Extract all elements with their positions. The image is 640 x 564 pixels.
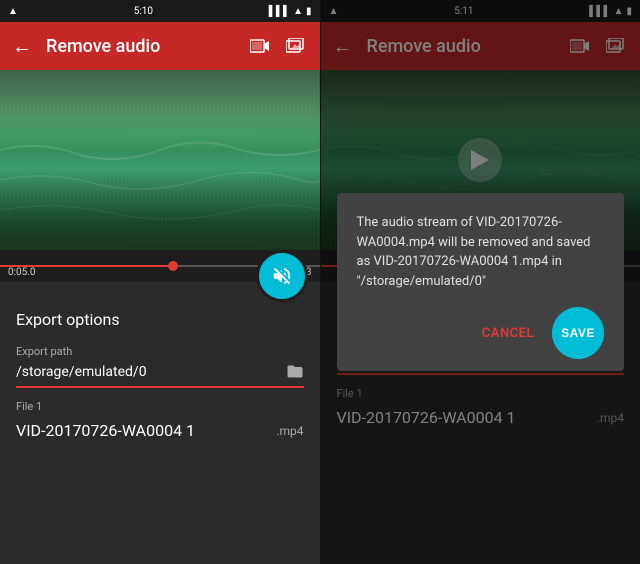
cancel-button[interactable]: CANCEL (472, 320, 544, 347)
status-time-left: 5:10 (134, 6, 153, 17)
confirmation-dialog: The audio stream of VID-20170726-WA0004.… (337, 193, 625, 371)
dialog-message: The audio stream of VID-20170726-WA0004.… (357, 213, 605, 291)
export-path-value-left: /storage/emulated/0 (16, 362, 304, 388)
top-bar-left: ← Remove audio (0, 22, 320, 70)
top-icons-left (248, 34, 308, 58)
export-title-left: Export options (16, 310, 304, 329)
timeline-time-start-left: 0:05.0 (8, 267, 36, 278)
save-button[interactable]: SAVE (552, 307, 604, 359)
file-name-left: VID-20170726-WA0004 1 (16, 421, 195, 440)
export-path-label-left: Export path (16, 345, 304, 358)
panel-left: ▲ 5:10 ▌▌▌ ▲ ▮ ← Remove audio (0, 0, 320, 564)
folder-icon-left[interactable] (286, 362, 304, 382)
file-label-left: File 1 (16, 400, 304, 413)
export-section-left: Export options Export path /storage/emul… (0, 282, 320, 564)
battery-icon-left: ▮ (306, 6, 312, 17)
signal-icon-left: ▌▌▌ (269, 6, 290, 17)
video-frame-icon-left[interactable] (248, 34, 272, 58)
page-title-left: Remove audio (46, 36, 234, 57)
back-button-left[interactable]: ← (12, 34, 32, 59)
mute-icon (271, 265, 293, 287)
timeline-scrubber-left[interactable] (168, 261, 178, 271)
wifi-icon-left: ▲ (293, 6, 303, 17)
dialog-overlay: The audio stream of VID-20170726-WA0004.… (321, 0, 640, 564)
panel-right: ▲ 5:11 ▌▌▌ ▲ ▮ ← Remove audio (321, 0, 640, 564)
status-bar-left: ▲ 5:10 ▌▌▌ ▲ ▮ (0, 0, 320, 22)
waterfall-svg-left (0, 70, 320, 250)
status-notification-left: ▲ (8, 6, 18, 17)
video-preview-left (0, 70, 320, 250)
gallery-icon-left[interactable] (284, 34, 308, 58)
file-row-left: VID-20170726-WA0004 1 .mp4 (16, 421, 304, 440)
dialog-actions: CANCEL SAVE (357, 307, 605, 359)
file-ext-left: .mp4 (276, 424, 303, 438)
timeline-left[interactable]: 0:05.0 0:09.3 (0, 250, 320, 282)
status-icons-left: ▌▌▌ ▲ ▮ (269, 6, 312, 17)
mute-button[interactable] (256, 250, 308, 302)
